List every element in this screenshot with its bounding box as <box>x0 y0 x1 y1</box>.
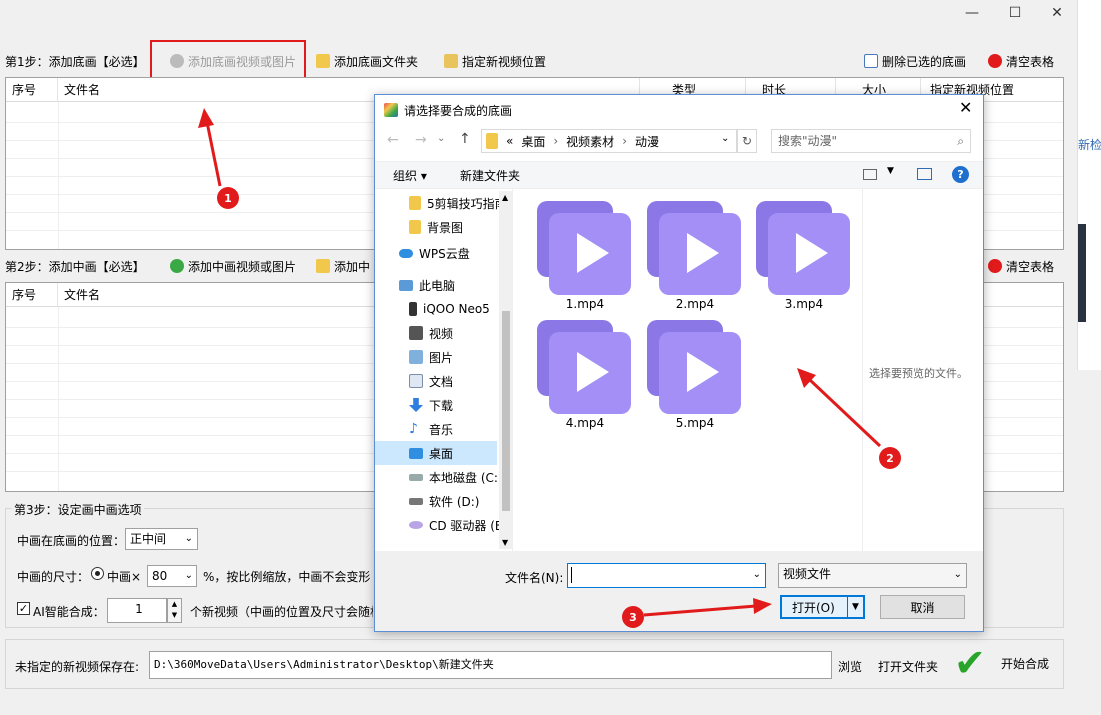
annotation-badge-1: 1 <box>217 187 239 209</box>
annotation-badge-2: 2 <box>879 447 901 469</box>
annotation-badge-3: 3 <box>622 606 644 628</box>
annotation-arrows <box>198 108 882 617</box>
